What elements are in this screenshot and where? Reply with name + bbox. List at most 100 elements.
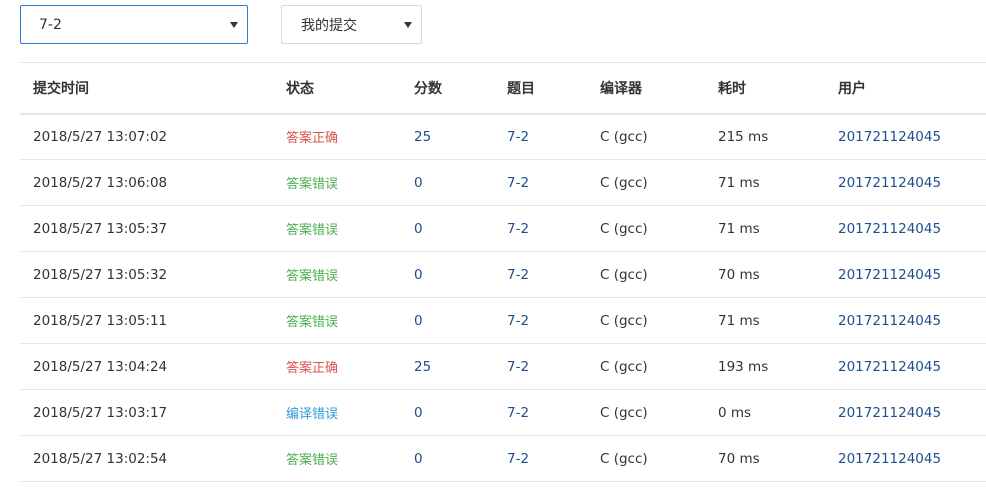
problem-select[interactable]: 7-2 (20, 5, 248, 44)
submission-scope-select[interactable]: 我的提交 (281, 5, 422, 44)
score-cell[interactable]: 0 (401, 160, 494, 206)
problem-cell[interactable]: 7-2 (494, 252, 587, 298)
compiler: C (gcc) (600, 450, 648, 467)
user-cell[interactable]: 201721124045 (825, 160, 986, 206)
table-row: 2018/5/27 13:06:08 答案错误 0 7-2 C (gcc) 71… (20, 160, 986, 206)
user-cell[interactable]: 201721124045 (825, 344, 986, 390)
user-cell[interactable]: 201721124045 (825, 206, 986, 252)
score-link[interactable]: 0 (414, 313, 423, 329)
status-text[interactable]: 答案错误 (286, 315, 338, 330)
table-row: 2018/5/27 13:05:11 答案错误 0 7-2 C (gcc) 71… (20, 298, 986, 344)
status-text[interactable]: 编译错误 (286, 407, 338, 422)
status-link[interactable]: 答案错误 (273, 160, 401, 206)
submit-time: 2018/5/27 13:05:32 (33, 266, 168, 283)
user-link[interactable]: 201721124045 (838, 451, 941, 467)
submissions-page: 7-2 我的提交 提交时间 状态 分数 题目 编译器 耗时 用户 2018/5/… (0, 0, 986, 499)
score-cell[interactable]: 0 (401, 206, 494, 252)
score-link[interactable]: 0 (414, 221, 423, 237)
problem-link[interactable]: 7-2 (507, 267, 529, 283)
score-link[interactable]: 0 (414, 451, 423, 467)
user-cell[interactable]: 201721124045 (825, 114, 986, 160)
user-link[interactable]: 201721124045 (838, 359, 941, 375)
header-user: 用户 (838, 80, 866, 97)
table-row: 2018/5/27 13:05:37 答案错误 0 7-2 C (gcc) 71… (20, 206, 986, 252)
status-text[interactable]: 答案错误 (286, 453, 338, 468)
time-cost: 215 ms (718, 128, 769, 145)
user-link[interactable]: 201721124045 (838, 175, 941, 191)
table-row: 2018/5/27 13:02:54 答案错误 0 7-2 C (gcc) 70… (20, 436, 986, 482)
problem-link[interactable]: 7-2 (507, 129, 529, 145)
header-submit-time: 提交时间 (33, 80, 89, 97)
time-cost: 70 ms (718, 266, 760, 283)
submit-time: 2018/5/27 13:02:54 (33, 450, 168, 467)
problem-cell[interactable]: 7-2 (494, 436, 587, 482)
chevron-down-icon (230, 21, 238, 28)
submit-time: 2018/5/27 13:05:37 (33, 220, 168, 237)
user-link[interactable]: 201721124045 (838, 129, 941, 145)
problem-link[interactable]: 7-2 (507, 405, 529, 421)
table-row: 2018/5/27 13:03:17 编译错误 0 7-2 C (gcc) 0 … (20, 390, 986, 436)
user-cell[interactable]: 201721124045 (825, 390, 986, 436)
user-cell[interactable]: 201721124045 (825, 298, 986, 344)
submissions-table: 提交时间 状态 分数 题目 编译器 耗时 用户 2018/5/27 13:07:… (20, 62, 986, 482)
status-link[interactable]: 答案错误 (273, 436, 401, 482)
score-link[interactable]: 0 (414, 405, 423, 421)
compiler: C (gcc) (600, 174, 648, 191)
problem-cell[interactable]: 7-2 (494, 114, 587, 160)
score-cell[interactable]: 0 (401, 390, 494, 436)
status-text[interactable]: 答案错误 (286, 269, 338, 284)
score-cell[interactable]: 25 (401, 114, 494, 160)
status-link[interactable]: 答案错误 (273, 298, 401, 344)
score-link[interactable]: 0 (414, 175, 423, 191)
problem-cell[interactable]: 7-2 (494, 344, 587, 390)
table-row: 2018/5/27 13:07:02 答案正确 25 7-2 C (gcc) 2… (20, 114, 986, 160)
compiler: C (gcc) (600, 358, 648, 375)
score-cell[interactable]: 0 (401, 436, 494, 482)
user-link[interactable]: 201721124045 (838, 405, 941, 421)
status-link[interactable]: 答案错误 (273, 252, 401, 298)
score-cell[interactable]: 25 (401, 344, 494, 390)
table-row: 2018/5/27 13:04:24 答案正确 25 7-2 C (gcc) 1… (20, 344, 986, 390)
header-cost: 耗时 (718, 80, 746, 97)
chevron-down-icon (404, 21, 412, 28)
table-row: 2018/5/27 13:05:32 答案错误 0 7-2 C (gcc) 70… (20, 252, 986, 298)
problem-cell[interactable]: 7-2 (494, 298, 587, 344)
time-cost: 0 ms (718, 404, 752, 421)
status-link[interactable]: 编译错误 (273, 390, 401, 436)
status-link[interactable]: 答案正确 (273, 344, 401, 390)
status-text[interactable]: 答案正确 (286, 131, 338, 146)
score-link[interactable]: 25 (414, 129, 431, 145)
submit-time: 2018/5/27 13:05:11 (33, 312, 168, 329)
status-text[interactable]: 答案正确 (286, 361, 338, 376)
problem-cell[interactable]: 7-2 (494, 206, 587, 252)
problem-link[interactable]: 7-2 (507, 175, 529, 191)
time-cost: 70 ms (718, 450, 760, 467)
status-text[interactable]: 答案错误 (286, 223, 338, 238)
time-cost: 71 ms (718, 220, 760, 237)
status-text[interactable]: 答案错误 (286, 177, 338, 192)
submit-time: 2018/5/27 13:06:08 (33, 174, 168, 191)
header-score: 分数 (414, 80, 442, 97)
user-cell[interactable]: 201721124045 (825, 436, 986, 482)
problem-link[interactable]: 7-2 (507, 451, 529, 467)
status-link[interactable]: 答案正确 (273, 114, 401, 160)
problem-cell[interactable]: 7-2 (494, 160, 587, 206)
score-cell[interactable]: 0 (401, 252, 494, 298)
table-header-row: 提交时间 状态 分数 题目 编译器 耗时 用户 (20, 62, 986, 114)
compiler: C (gcc) (600, 266, 648, 283)
user-cell[interactable]: 201721124045 (825, 252, 986, 298)
user-link[interactable]: 201721124045 (838, 221, 941, 237)
score-link[interactable]: 25 (414, 359, 431, 375)
time-cost: 71 ms (718, 312, 760, 329)
score-cell[interactable]: 0 (401, 298, 494, 344)
problem-cell[interactable]: 7-2 (494, 390, 587, 436)
problem-link[interactable]: 7-2 (507, 313, 529, 329)
user-link[interactable]: 201721124045 (838, 267, 941, 283)
status-link[interactable]: 答案错误 (273, 206, 401, 252)
problem-link[interactable]: 7-2 (507, 221, 529, 237)
score-link[interactable]: 0 (414, 267, 423, 283)
problem-link[interactable]: 7-2 (507, 359, 529, 375)
user-link[interactable]: 201721124045 (838, 313, 941, 329)
submit-time: 2018/5/27 13:07:02 (33, 128, 168, 145)
header-compiler: 编译器 (600, 80, 642, 97)
